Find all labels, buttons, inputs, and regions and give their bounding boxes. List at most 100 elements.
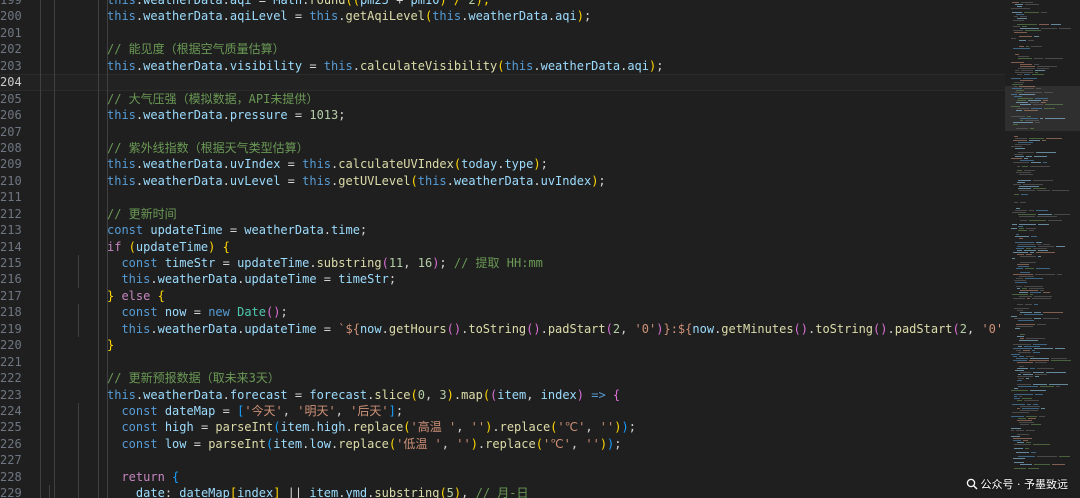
code-line[interactable]: 215 const timeStr = updateTime.substring(… [0, 255, 1005, 272]
minimap-line [1016, 430, 1024, 431]
code-token: ( [388, 436, 397, 451]
code-line[interactable]: 229 date: dateMap[index] || item.ymd.subs… [0, 485, 1005, 498]
code-line[interactable]: 199 this.weatherData.aqi = Math.round((pm… [0, 0, 1005, 9]
code-line[interactable]: 217} else { [0, 287, 1005, 305]
code-line[interactable]: 207 [0, 123, 1005, 140]
minimap-line [1020, 118, 1038, 119]
minimap-line [1031, 236, 1037, 237]
indent-guide [54, 485, 55, 498]
minimap-line [1014, 462, 1024, 463]
code-token: '0' [981, 321, 1004, 336]
code-line[interactable]: 227 [0, 452, 1005, 469]
code-token: this [302, 173, 332, 188]
code-line[interactable]: 228 return { [0, 468, 1005, 486]
code-line[interactable]: 220} [0, 337, 1005, 354]
minimap-line [1015, 144, 1031, 145]
code-token: if [107, 239, 122, 254]
code-line[interactable]: 224 const dateMap = ['今天', '明天', '后天']; [0, 402, 1005, 420]
code-line[interactable]: 214 if (updateTime) { [0, 238, 1005, 255]
indent-guide [107, 419, 108, 436]
minimap-line [1028, 418, 1036, 419]
minimap[interactable] [1005, 0, 1080, 498]
code-token: ; [656, 58, 664, 73]
code-token: // 能见度（根据空气质量估算） [107, 42, 285, 57]
code-line[interactable]: 225 const high = parseInt(item.high.repla… [0, 419, 1005, 436]
indent-guide [54, 452, 55, 469]
minimap-line [1011, 416, 1024, 417]
code-token: { [150, 288, 165, 303]
code-line[interactable]: 208 // 紫外线指数（根据天气类型估算） [0, 139, 1005, 157]
minimap-line [1024, 170, 1035, 171]
minimap-line [1024, 110, 1038, 111]
code-token: , [335, 403, 351, 418]
minimap-line [1013, 140, 1027, 141]
code-line[interactable]: 212 // 更新时间 [0, 205, 1005, 223]
minimap-line [1046, 138, 1062, 139]
code-token: this [323, 58, 353, 73]
code-line[interactable]: 218 const now = new Date(); [0, 304, 1005, 321]
indent-guide [54, 41, 55, 58]
code-line[interactable]: 213 const updateTime = weatherData.time; [0, 222, 1005, 239]
code-text: const timeStr = updateTime.substring(11,… [121, 255, 1005, 271]
indent-guide [40, 189, 41, 206]
code-line[interactable]: 206 this.weatherData.pressure = 1013; [0, 107, 1005, 124]
code-token: now [359, 321, 382, 336]
code-editor[interactable]: 199 this.weatherData.aqi = Math.round((pm… [0, 0, 1080, 498]
minimap-line [1014, 194, 1019, 195]
minimap-line [1017, 100, 1026, 101]
code-line[interactable]: 222 // 更新预报数据（取未来3天） [0, 370, 1005, 387]
minimap-line [1012, 412, 1029, 413]
minimap-line [1020, 372, 1031, 373]
minimap-line [1018, 142, 1033, 143]
indent-guide [98, 485, 99, 498]
minimap-line [1038, 250, 1048, 251]
indent-guide [40, 57, 41, 75]
minimap-line [1014, 394, 1033, 395]
code-token: ; [583, 9, 592, 24]
code-line[interactable]: 219 this.weatherData.updateTime = `${now.… [0, 320, 1032, 338]
minimap-line [1016, 358, 1028, 359]
indent-guide [78, 320, 80, 338]
minimap-line [1013, 20, 1024, 21]
code-token: '' [470, 420, 486, 435]
indent-guide [54, 304, 55, 321]
code-line[interactable]: 205 // 大气压强（模拟数据，API未提供） [0, 90, 1005, 108]
code-token: Math [273, 0, 303, 7]
code-line[interactable]: 223 this.weatherData.forecast = forecast.… [0, 386, 1005, 403]
indent-guide [54, 222, 55, 239]
indent-guide [107, 255, 108, 272]
code-line[interactable]: 221 [0, 353, 1005, 371]
code-line[interactable]: 204 [0, 74, 1005, 91]
code-line[interactable]: 211 [0, 189, 1005, 206]
code-token: }:${ [663, 321, 693, 336]
code-token: : [164, 486, 180, 498]
code-line[interactable]: 209 this.weatherData.uvIndex = this.calcu… [0, 156, 1005, 173]
code-line[interactable]: 201 [0, 24, 1005, 42]
indent-guide [107, 320, 108, 338]
minimap-line [1026, 228, 1036, 229]
minimap-line [1038, 246, 1054, 247]
code-token: ; [614, 436, 622, 451]
code-line[interactable]: 226 const low = parseInt(item.low.replace… [0, 435, 1005, 453]
code-token: , [620, 321, 635, 336]
code-token: weatherData [540, 58, 621, 73]
minimap-line [1022, 166, 1028, 167]
minimap-line [1019, 40, 1026, 41]
minimap-line [1037, 368, 1054, 369]
code-token: weatherData [143, 157, 223, 172]
code-line[interactable]: 200 this.weatherData.aqiLevel = this.getA… [0, 8, 1005, 25]
code-token: this [121, 321, 151, 336]
minimap-line [1036, 152, 1056, 153]
code-token: today [461, 157, 498, 172]
code-line[interactable]: 216 this.weatherData.updateTime = timeStr… [0, 271, 1005, 288]
code-token: . [222, 58, 230, 73]
code-token: toString [468, 321, 527, 336]
indent-guide [40, 74, 41, 91]
minimap-line [1022, 288, 1027, 289]
code-line[interactable]: 202 // 能见度（根据空气质量估算） [0, 41, 1005, 58]
minimap-line [1030, 368, 1035, 369]
code-line[interactable]: 203 this.weatherData.visibility = this.ca… [0, 57, 1005, 75]
code-lines[interactable]: 199 this.weatherData.aqi = Math.round((pm… [0, 0, 1032, 498]
code-line[interactable]: 210 this.weatherData.uvLevel = this.getUV… [0, 172, 1005, 190]
indent-guide [98, 271, 99, 288]
